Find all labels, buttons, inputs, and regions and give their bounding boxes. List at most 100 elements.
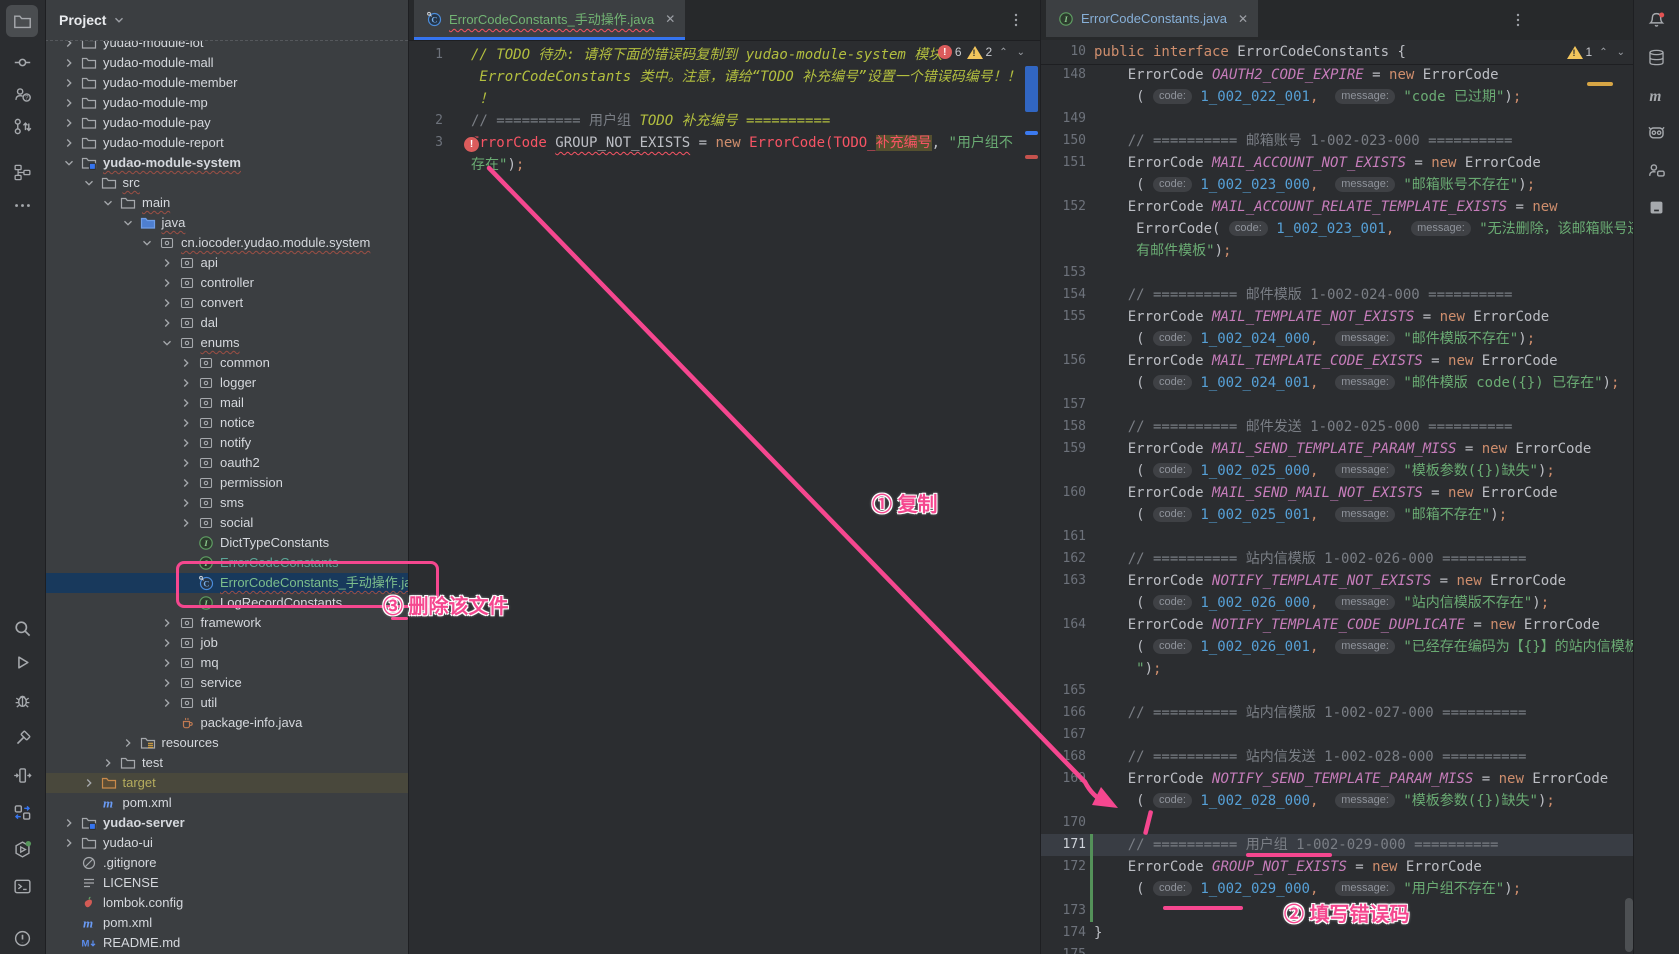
chevron-down-icon[interactable] <box>101 196 115 210</box>
code-line-160[interactable]: 160 ErrorCode MAIL_SEND_MAIL_NOT_EXISTS … <box>1041 482 1635 504</box>
line-number[interactable]: 156 <box>1041 350 1086 372</box>
line-number[interactable] <box>1041 218 1086 240</box>
prev-issue-chevron-icon[interactable]: ⌃ <box>1597 47 1609 58</box>
chevron-right-icon[interactable] <box>179 516 193 530</box>
code-line-3-wrap[interactable]: 存在"); <box>409 154 1041 176</box>
code-line-157[interactable]: 157 <box>1041 394 1635 416</box>
chevron-right-icon[interactable] <box>62 136 76 150</box>
line-number[interactable]: 155 <box>1041 306 1086 328</box>
tree-item-notify[interactable]: notify <box>45 433 408 453</box>
code-line-165[interactable]: 165 <box>1041 680 1635 702</box>
build-tool-icon[interactable] <box>6 722 38 754</box>
tree-item-convert[interactable]: convert <box>45 293 408 313</box>
tree-item-test[interactable]: test <box>45 753 408 773</box>
line-number[interactable]: 171 <box>1041 834 1086 856</box>
line-number[interactable] <box>1041 240 1086 262</box>
close-icon[interactable]: ✕ <box>1238 12 1248 26</box>
line-number[interactable] <box>1041 636 1086 658</box>
problems-tool-icon[interactable] <box>6 922 38 954</box>
tree-item-enums[interactable]: enums <box>45 333 408 353</box>
notifications-icon[interactable] <box>1640 4 1672 36</box>
tree-item-yudao-module-member[interactable]: yudao-module-member <box>45 73 408 93</box>
chevron-down-icon[interactable] <box>121 216 135 230</box>
chevron-right-icon[interactable] <box>62 116 76 130</box>
maven-tool-icon[interactable]: m <box>1640 79 1672 111</box>
ai-assistant-icon[interactable] <box>1640 116 1672 148</box>
chevron-down-icon[interactable] <box>160 336 174 350</box>
tree-item-pom-xml[interactable]: mpom.xml <box>45 793 408 813</box>
code-line-170[interactable]: 170 <box>1041 812 1635 834</box>
tree-item-service[interactable]: service <box>45 673 408 693</box>
chevron-down-icon[interactable] <box>82 176 96 190</box>
next-issue-chevron-icon[interactable]: ⌄ <box>1015 47 1027 58</box>
line-number[interactable] <box>1041 658 1086 680</box>
code-line-174[interactable]: 174} <box>1041 922 1635 944</box>
next-issue-chevron-icon[interactable]: ⌄ <box>1615 47 1627 58</box>
chevron-right-icon[interactable] <box>160 656 174 670</box>
code-line-153[interactable]: 153 <box>1041 262 1635 284</box>
sticky-header-line[interactable]: 10public interface ErrorCodeConstants { <box>1041 40 1635 65</box>
profiler-tool-icon[interactable] <box>6 759 38 791</box>
tree-item-errorcodeconstants-java[interactable]: CErrorCodeConstants_手动操作.java <box>45 573 408 593</box>
line-number[interactable]: 3 <box>409 132 443 154</box>
line-number[interactable]: 172 <box>1041 856 1086 878</box>
chevron-right-icon[interactable] <box>121 736 135 750</box>
line-number[interactable]: 149 <box>1041 108 1086 130</box>
chevron-right-icon[interactable] <box>62 836 76 850</box>
tree-item-dal[interactable]: dal <box>45 313 408 333</box>
chevron-right-icon[interactable] <box>160 616 174 630</box>
chevron-right-icon[interactable] <box>62 96 76 110</box>
code-line-169-wrap[interactable]: ( code: 1_002_028_000, message: "模板参数({}… <box>1041 790 1635 812</box>
chevron-down-icon[interactable] <box>140 236 154 250</box>
tree-item-logger[interactable]: logger <box>45 373 408 393</box>
chevron-right-icon[interactable] <box>179 476 193 490</box>
users-help-icon[interactable]: ? <box>6 78 38 110</box>
code-line-154[interactable]: 154 // ========== 邮件模版 1-002-024-000 ===… <box>1041 284 1635 306</box>
line-number[interactable]: 148 <box>1041 64 1086 86</box>
code-line-155[interactable]: 155 ErrorCode MAIL_TEMPLATE_NOT_EXISTS =… <box>1041 306 1635 328</box>
line-number[interactable] <box>1041 790 1086 812</box>
line-number[interactable]: 173 <box>1041 900 1086 922</box>
database-tool-icon[interactable] <box>1640 41 1672 73</box>
line-number[interactable]: 162 <box>1041 548 1086 570</box>
line-number[interactable]: 175 <box>1041 944 1086 954</box>
code-line-166[interactable]: 166 // ========== 站内信模版 1-002-027-000 ==… <box>1041 702 1635 724</box>
tree-item-mq[interactable]: mq <box>45 653 408 673</box>
more-tools-icon[interactable] <box>6 189 38 221</box>
tab-options-kebab-icon[interactable] <box>1007 11 1025 29</box>
chevron-right-icon[interactable] <box>179 456 193 470</box>
code-line-167[interactable]: 167 <box>1041 724 1635 746</box>
chevron-down-icon[interactable] <box>62 156 76 170</box>
tree-item-sms[interactable]: sms <box>45 493 408 513</box>
code-line-164-wrap[interactable]: ( code: 1_002_026_001, message: "已经存在编码为… <box>1041 636 1635 658</box>
chevron-right-icon[interactable] <box>160 296 174 310</box>
tree-item-target[interactable]: target <box>45 773 408 793</box>
commit-tool-icon[interactable] <box>6 46 38 78</box>
chevron-right-icon[interactable] <box>82 776 96 790</box>
tree-item-pom-xml[interactable]: mpom.xml <box>45 913 408 933</box>
code-line-151-wrap[interactable]: ( code: 1_002_023_000, message: "邮箱账号不存在… <box>1041 174 1635 196</box>
code-line-3[interactable]: 3ErrorCode GROUP_NOT_EXISTS = new ErrorC… <box>409 132 1041 154</box>
tree-item-yudao-module-iot[interactable]: yudao-module-iot <box>45 40 408 53</box>
tree-item-api[interactable]: api <box>45 253 408 273</box>
code-line-2[interactable]: 2// ========== 用户组 TODO 补充编号 ========== <box>409 110 1041 132</box>
line-number[interactable] <box>1041 372 1086 394</box>
scrollbar-error-mark[interactable] <box>1025 155 1038 159</box>
code-line-172-wrap[interactable]: ( code: 1_002_029_000, message: "用户组不存在"… <box>1041 878 1635 900</box>
code-line-164[interactable]: 164 ErrorCode NOTIFY_TEMPLATE_CODE_DUPLI… <box>1041 614 1635 636</box>
code-line-151[interactable]: 151 ErrorCode MAIL_ACCOUNT_NOT_EXISTS = … <box>1041 152 1635 174</box>
tree-item-yudao-module-mp[interactable]: yudao-module-mp <box>45 93 408 113</box>
code-line-161[interactable]: 161 <box>1041 526 1635 548</box>
chevron-right-icon[interactable] <box>179 496 193 510</box>
tab-errorcodeconstants-manual[interactable]: C ErrorCodeConstants_手动操作.java ✕ <box>414 0 685 40</box>
chevron-right-icon[interactable] <box>179 436 193 450</box>
tree-item-readme-md[interactable]: MREADME.md <box>45 933 408 953</box>
code-line-1-wrap[interactable]: ！ <box>409 88 1041 110</box>
tree-item-logrecordconstants[interactable]: ILogRecordConstants <box>45 593 408 613</box>
tree-item-framework[interactable]: framework <box>45 613 408 633</box>
structure-tool-icon[interactable] <box>6 156 38 188</box>
tree-item-yudao-server[interactable]: yudao-server <box>45 813 408 833</box>
code-line-155-wrap[interactable]: ( code: 1_002_024_000, message: "邮件模版不存在… <box>1041 328 1635 350</box>
tab-options-kebab-icon[interactable] <box>1509 11 1527 29</box>
line-number[interactable]: 158 <box>1041 416 1086 438</box>
